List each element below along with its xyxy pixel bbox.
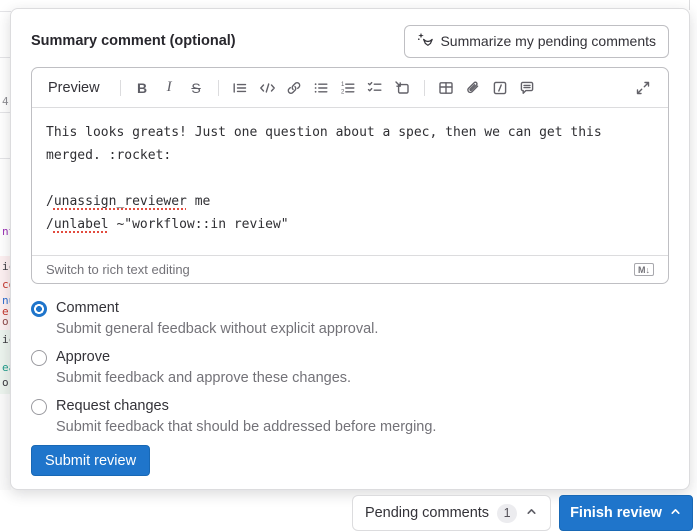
pending-comments-label: Pending comments <box>365 505 489 521</box>
svg-text:2: 2 <box>341 89 345 95</box>
numbered-list-button[interactable]: 1 2 <box>335 75 362 101</box>
finish-review-label: Finish review <box>570 505 662 521</box>
pending-count-badge: 1 <box>497 504 517 523</box>
bold-button[interactable]: B <box>129 75 156 101</box>
attach-file-button[interactable] <box>460 75 487 101</box>
code-icon <box>259 80 276 96</box>
radio-request-changes-description: Submit feedback that should be addressed… <box>56 417 669 438</box>
paperclip-icon <box>465 80 481 96</box>
collapsible-section-button[interactable] <box>389 75 416 101</box>
fullscreen-icon <box>636 81 650 95</box>
collapsible-section-icon <box>394 80 410 96</box>
task-list-icon <box>367 80 383 96</box>
radio-approve-description: Submit feedback and approve these change… <box>56 368 669 389</box>
task-list-button[interactable] <box>362 75 389 101</box>
popover-header: Summary comment (optional) Summarize my … <box>31 24 669 58</box>
summarize-button-label: Summarize my pending comments <box>440 33 656 49</box>
pending-comments-button[interactable]: Pending comments 1 <box>352 495 551 531</box>
bulleted-list-icon <box>313 80 329 96</box>
strikethrough-button[interactable]: S <box>183 75 210 101</box>
radio-row-comment: Comment Submit general feedback without … <box>31 298 669 340</box>
comment-textarea[interactable]: This looks greats! Just one question abo… <box>32 108 668 255</box>
comment-template-button[interactable] <box>514 75 541 101</box>
svg-text:1: 1 <box>341 82 345 88</box>
quote-icon <box>232 80 248 96</box>
misspelled-word: unassign_reviewer <box>54 194 187 209</box>
preview-tab[interactable]: Preview <box>44 80 104 96</box>
link-icon <box>286 80 302 96</box>
radio-button-unchecked[interactable] <box>31 399 47 415</box>
summarize-pending-comments-button[interactable]: Summarize my pending comments <box>404 25 669 58</box>
chevron-up-icon <box>525 505 538 522</box>
numbered-list-icon: 1 2 <box>340 80 356 96</box>
background-panel-border <box>689 0 690 10</box>
italic-button[interactable]: I <box>156 75 183 101</box>
radio-button-unchecked[interactable] <box>31 350 47 366</box>
comment-template-icon <box>519 80 535 96</box>
quote-button[interactable] <box>227 75 254 101</box>
link-button[interactable] <box>281 75 308 101</box>
table-button[interactable] <box>433 75 460 101</box>
bulleted-list-button[interactable] <box>308 75 335 101</box>
radio-button-checked[interactable] <box>31 301 47 317</box>
markdown-supported-icon: M↓ <box>634 263 654 276</box>
submit-review-button[interactable]: Submit review <box>31 445 150 476</box>
radio-request-changes[interactable]: Request changes <box>31 396 669 417</box>
chevron-up-icon <box>669 505 682 522</box>
radio-row-request-changes: Request changes Submit feedback that sho… <box>31 396 669 438</box>
code-button[interactable] <box>254 75 281 101</box>
editor-footer: Switch to rich text editing M↓ <box>32 255 668 283</box>
markdown-editor: Preview B I S <box>31 67 669 284</box>
fullscreen-button[interactable] <box>629 75 656 101</box>
quick-actions-icon <box>492 80 508 96</box>
radio-approve[interactable]: Approve <box>31 347 669 368</box>
switch-to-rich-text-link[interactable]: Switch to rich text editing <box>46 262 190 277</box>
radio-comment[interactable]: Comment <box>31 298 669 319</box>
radio-comment-description: Submit general feedback without explicit… <box>56 319 669 340</box>
radio-row-approve: Approve Submit feedback and approve thes… <box>31 347 669 389</box>
ai-tanuki-icon <box>417 32 433 51</box>
quick-actions-button[interactable] <box>487 75 514 101</box>
submit-review-popover: Summary comment (optional) Summarize my … <box>10 8 690 490</box>
misspelled-word: unlabel <box>54 217 109 232</box>
table-icon <box>438 80 454 96</box>
finish-review-button[interactable]: Finish review <box>559 495 693 531</box>
review-type-radio-group: Comment Submit general feedback without … <box>31 298 669 438</box>
editor-toolbar: Preview B I S <box>32 68 668 108</box>
popover-title: Summary comment (optional) <box>31 33 236 49</box>
